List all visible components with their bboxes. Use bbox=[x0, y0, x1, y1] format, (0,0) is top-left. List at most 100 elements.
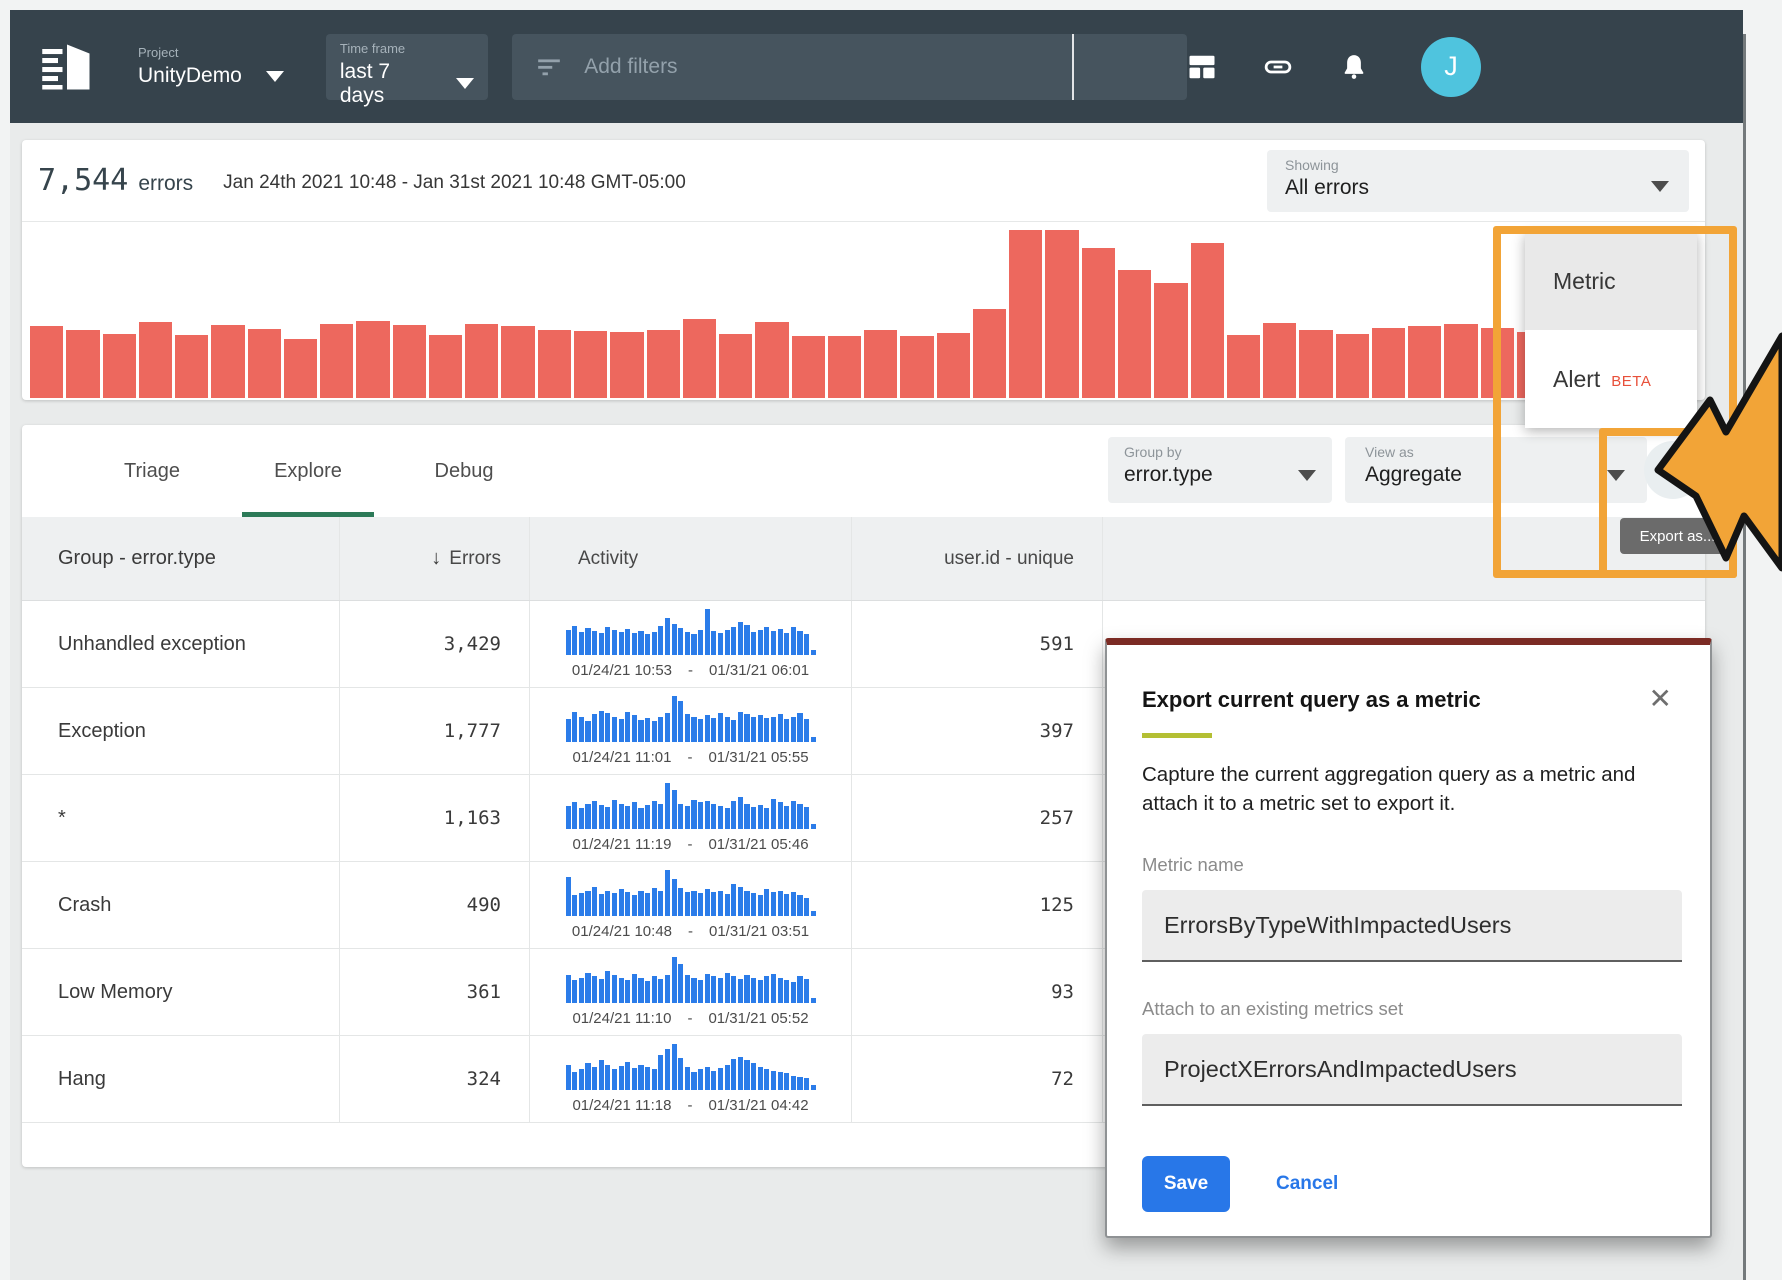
sparkline-bar bbox=[738, 712, 743, 742]
histogram-bar bbox=[1481, 328, 1514, 398]
row-group-label: Unhandled exception bbox=[22, 601, 340, 687]
view-as-select[interactable]: View as Aggregate bbox=[1345, 437, 1647, 503]
sparkline-bar bbox=[612, 893, 617, 916]
col-header-label: Errors bbox=[449, 548, 501, 570]
sparkline-bar bbox=[758, 630, 763, 655]
sparkline-bar bbox=[619, 632, 624, 655]
sparkline-bar bbox=[665, 870, 670, 916]
sparkline-bar bbox=[678, 964, 683, 1003]
error-count-unit: errors bbox=[138, 172, 193, 196]
sparkline-bar bbox=[572, 802, 577, 829]
sparkline-bar bbox=[672, 696, 677, 742]
export-type-menu: Metric Alert BETA bbox=[1525, 232, 1697, 428]
sparkline-bar bbox=[638, 720, 643, 742]
cancel-button[interactable]: Cancel bbox=[1276, 1173, 1338, 1195]
export-button[interactable] bbox=[1644, 441, 1702, 499]
modal-description: Capture the current aggregation query as… bbox=[1142, 760, 1652, 818]
add-filters-input[interactable]: Add filters bbox=[512, 34, 1187, 100]
sparkline-bar bbox=[738, 797, 743, 829]
sparkline-bar bbox=[771, 799, 776, 829]
activity-start-date: 01/24/21 11:18 bbox=[572, 1097, 671, 1114]
sparkline-bar bbox=[725, 973, 730, 1003]
sparkline-bar bbox=[718, 806, 723, 829]
sparkline-bar bbox=[731, 720, 736, 742]
sparkline-bar bbox=[778, 629, 783, 655]
sparkline-bar bbox=[566, 1065, 571, 1090]
metric-name-label: Metric name bbox=[1142, 854, 1710, 876]
tab-debug[interactable]: Debug bbox=[386, 425, 542, 517]
project-selector[interactable]: Project UnityDemo bbox=[138, 45, 284, 88]
sparkline-bar bbox=[585, 891, 590, 916]
timeframe-selector[interactable]: Time frame last 7 days bbox=[326, 34, 488, 100]
col-header-errors[interactable]: ↓ Errors bbox=[340, 517, 530, 600]
sparkline-bar bbox=[725, 1065, 730, 1090]
sparkline-bar bbox=[672, 879, 677, 916]
sparkline-bar bbox=[718, 891, 723, 916]
timeframe-value: last 7 days bbox=[340, 60, 432, 108]
sparkline-bar bbox=[566, 806, 571, 829]
sparkline-bar bbox=[605, 1065, 610, 1090]
menu-item-label: Alert bbox=[1553, 366, 1600, 393]
sparkline-bar bbox=[711, 804, 716, 829]
user-avatar[interactable]: J bbox=[1421, 37, 1481, 97]
sparkline-bar bbox=[758, 980, 763, 1003]
tab-explore[interactable]: Explore bbox=[230, 425, 386, 517]
showing-select[interactable]: Showing All errors bbox=[1267, 150, 1689, 212]
export-upload-icon bbox=[1658, 455, 1688, 485]
sparkline-bar bbox=[652, 1069, 657, 1090]
sparkline-bar bbox=[625, 1062, 630, 1090]
notifications-bell-icon[interactable] bbox=[1339, 52, 1369, 82]
activity-start-date: 01/24/21 11:01 bbox=[572, 749, 671, 766]
activity-sparkline bbox=[566, 957, 816, 1003]
error-count: 7,544 bbox=[38, 163, 128, 198]
errors-summary-card: 7,544 errors Jan 24th 2021 10:48 - Jan 3… bbox=[22, 140, 1705, 400]
menu-item-metric[interactable]: Metric bbox=[1525, 232, 1697, 330]
row-users-cell: 591 bbox=[852, 601, 1103, 687]
sparkline-bar bbox=[625, 806, 630, 829]
tab-triage[interactable]: Triage bbox=[74, 425, 230, 517]
sparkline-bar bbox=[592, 714, 597, 742]
metric-name-input[interactable]: ErrorsByTypeWithImpactedUsers bbox=[1142, 890, 1682, 962]
menu-item-alert[interactable]: Alert BETA bbox=[1525, 330, 1697, 428]
attach-set-input[interactable]: ProjectXErrorsAndImpactedUsers bbox=[1142, 1034, 1682, 1106]
histogram-bar bbox=[320, 324, 353, 398]
histogram-bar bbox=[501, 326, 534, 398]
sparkline-bar bbox=[705, 1067, 710, 1090]
sparkline-bar bbox=[764, 976, 769, 1003]
close-icon[interactable]: ✕ bbox=[1649, 685, 1672, 713]
activity-date-range: 01/24/21 11:18-01/31/21 04:42 bbox=[572, 1097, 808, 1114]
histogram-bar bbox=[792, 336, 825, 398]
sparkline-bar bbox=[811, 1085, 816, 1090]
save-button[interactable]: Save bbox=[1142, 1156, 1230, 1212]
sparkline-bar bbox=[744, 804, 749, 829]
sparkline-bar bbox=[585, 628, 590, 655]
sparkline-bar bbox=[605, 891, 610, 916]
histogram-bar bbox=[1045, 230, 1078, 398]
activity-sparkline bbox=[566, 1044, 816, 1090]
sparkline-bar bbox=[572, 895, 577, 916]
row-activity-cell: 01/24/21 10:53-01/31/21 06:01 bbox=[530, 601, 852, 687]
activity-end-date: 01/31/21 05:52 bbox=[708, 1010, 808, 1027]
link-icon[interactable] bbox=[1263, 52, 1293, 82]
sparkline-bar bbox=[784, 806, 789, 829]
sparkline-bar bbox=[744, 975, 749, 1003]
dashboard-layout-icon[interactable] bbox=[1187, 52, 1217, 82]
row-activity-cell: 01/24/21 11:19-01/31/21 05:46 bbox=[530, 775, 852, 861]
sparkline-bar bbox=[632, 802, 637, 829]
group-by-select[interactable]: Group by error.type bbox=[1108, 437, 1332, 503]
sparkline-bar bbox=[718, 713, 723, 742]
histogram-bar bbox=[1227, 335, 1260, 398]
activity-date-range: 01/24/21 11:10-01/31/21 05:52 bbox=[572, 1010, 808, 1027]
histogram-bar bbox=[610, 332, 643, 398]
histogram-bar bbox=[139, 322, 172, 398]
sparkline-bar bbox=[652, 976, 657, 1003]
backtrace-logo-icon bbox=[40, 40, 94, 94]
sparkline-bar bbox=[764, 808, 769, 829]
attach-set-label: Attach to an existing metrics set bbox=[1142, 998, 1710, 1020]
sparkline-bar bbox=[685, 892, 690, 916]
activity-date-dash: - bbox=[687, 749, 692, 766]
sparkline-bar bbox=[652, 801, 657, 829]
sparkline-bar bbox=[612, 975, 617, 1003]
sparkline-bar bbox=[751, 893, 756, 916]
sparkline-bar bbox=[579, 808, 584, 829]
